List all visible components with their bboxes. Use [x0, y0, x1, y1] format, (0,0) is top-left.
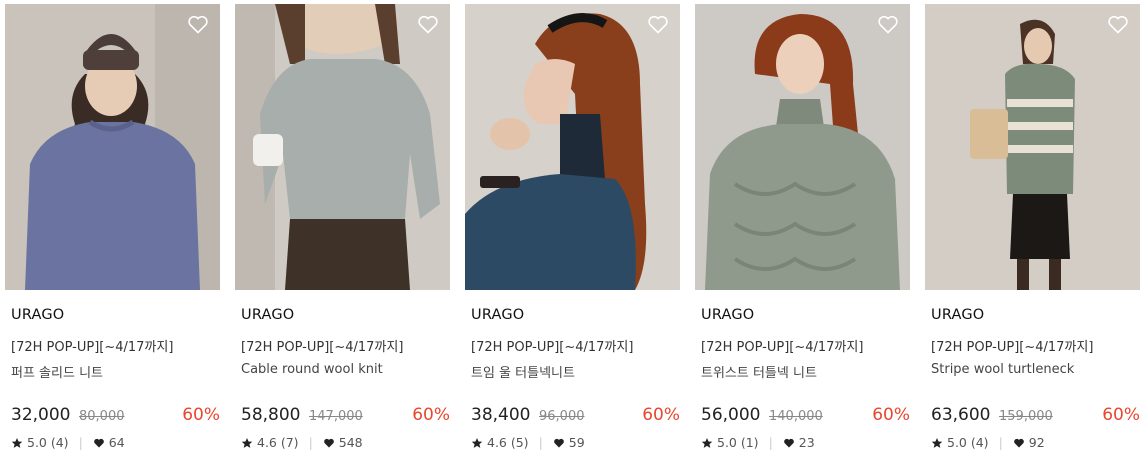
heart-filled-icon [1013, 438, 1024, 447]
product-card[interactable]: URAGO [72H POP-UP][~4/17까지] 트위스트 터틀넥 니트 … [695, 4, 910, 464]
brand-name[interactable]: URAGO [241, 307, 294, 323]
like-count: 92 [1028, 435, 1045, 450]
heart-filled-icon [783, 438, 794, 447]
original-price: 96,000 [539, 409, 585, 424]
brand-name[interactable]: URAGO [471, 307, 524, 323]
wishlist-button[interactable] [646, 12, 670, 36]
brand-name[interactable]: URAGO [931, 307, 984, 323]
product-card[interactable]: URAGO [72H POP-UP][~4/17까지] 퍼프 솔리드 니트 32… [5, 4, 220, 464]
rating: 5.0 (4) [27, 435, 69, 450]
product-name[interactable]: 트위스트 터틀넥 니트 [701, 362, 817, 381]
brand-name[interactable]: URAGO [11, 307, 64, 323]
heart-filled-icon [93, 438, 104, 447]
divider: | [78, 435, 83, 450]
product-card[interactable]: URAGO [72H POP-UP][~4/17까지] Cable round … [235, 4, 450, 464]
promo-label[interactable]: [72H POP-UP][~4/17까지] [931, 336, 1093, 355]
original-price: 80,000 [79, 409, 125, 424]
price-row: 56,000 140,000 60% [701, 405, 910, 429]
heart-filled-icon [323, 438, 334, 447]
discount-rate: 60% [182, 405, 220, 425]
product-image[interactable] [5, 4, 220, 290]
product-name[interactable]: Stripe wool turtleneck [931, 362, 1074, 377]
original-price: 140,000 [769, 409, 823, 424]
star-icon [11, 437, 23, 448]
promo-label[interactable]: [72H POP-UP][~4/17까지] [241, 336, 403, 355]
star-icon [701, 437, 713, 448]
price-row: 58,800 147,000 60% [241, 405, 450, 429]
divider: | [308, 435, 313, 450]
heart-outline-icon [1108, 15, 1128, 34]
discount-rate: 60% [872, 405, 910, 425]
product-image[interactable] [925, 4, 1140, 290]
heart-outline-icon [878, 15, 898, 34]
like-count: 23 [798, 435, 815, 450]
promo-label[interactable]: [72H POP-UP][~4/17까지] [11, 336, 173, 355]
wishlist-button[interactable] [186, 12, 210, 36]
rating: 5.0 (4) [947, 435, 989, 450]
product-image[interactable] [695, 4, 910, 290]
price-row: 63,600 159,000 60% [931, 405, 1140, 429]
product-grid: URAGO [72H POP-UP][~4/17까지] 퍼프 솔리드 니트 32… [0, 0, 1144, 476]
rating: 4.6 (5) [487, 435, 529, 450]
brand-name[interactable]: URAGO [701, 307, 754, 323]
price-row: 38,400 96,000 60% [471, 405, 680, 429]
promo-label[interactable]: [72H POP-UP][~4/17까지] [701, 336, 863, 355]
meta-row: 4.6 (5) | 59 [471, 435, 585, 450]
sale-price: 56,000 [701, 405, 761, 425]
meta-row: 5.0 (4) | 92 [931, 435, 1045, 450]
wishlist-button[interactable] [416, 12, 440, 36]
sale-price: 32,000 [11, 405, 71, 425]
meta-row: 5.0 (4) | 64 [11, 435, 125, 450]
heart-outline-icon [418, 15, 438, 34]
product-photo [465, 4, 680, 290]
discount-rate: 60% [642, 405, 680, 425]
divider: | [768, 435, 773, 450]
star-icon [931, 437, 943, 448]
discount-rate: 60% [412, 405, 450, 425]
wishlist-button[interactable] [876, 12, 900, 36]
product-image[interactable] [235, 4, 450, 290]
product-name[interactable]: 트임 울 터틀넥니트 [471, 362, 575, 381]
product-photo [695, 4, 910, 290]
product-image[interactable] [465, 4, 680, 290]
like-count: 548 [338, 435, 363, 450]
divider: | [538, 435, 543, 450]
product-photo [235, 4, 450, 290]
like-count: 59 [568, 435, 585, 450]
rating: 5.0 (1) [717, 435, 759, 450]
product-photo [5, 4, 220, 290]
promo-label[interactable]: [72H POP-UP][~4/17까지] [471, 336, 633, 355]
meta-row: 4.6 (7) | 548 [241, 435, 363, 450]
product-photo [925, 4, 1140, 290]
product-card[interactable]: URAGO [72H POP-UP][~4/17까지] Stripe wool … [925, 4, 1140, 464]
sale-price: 38,400 [471, 405, 531, 425]
discount-rate: 60% [1102, 405, 1140, 425]
star-icon [241, 437, 253, 448]
heart-filled-icon [553, 438, 564, 447]
divider: | [998, 435, 1003, 450]
meta-row: 5.0 (1) | 23 [701, 435, 815, 450]
price-row: 32,000 80,000 60% [11, 405, 220, 429]
product-name[interactable]: 퍼프 솔리드 니트 [11, 362, 103, 381]
sale-price: 63,600 [931, 405, 991, 425]
star-icon [471, 437, 483, 448]
sale-price: 58,800 [241, 405, 301, 425]
rating: 4.6 (7) [257, 435, 299, 450]
heart-outline-icon [188, 15, 208, 34]
product-name[interactable]: Cable round wool knit [241, 362, 383, 377]
product-card[interactable]: URAGO [72H POP-UP][~4/17까지] 트임 울 터틀넥니트 3… [465, 4, 680, 464]
original-price: 147,000 [309, 409, 363, 424]
original-price: 159,000 [999, 409, 1053, 424]
heart-outline-icon [648, 15, 668, 34]
like-count: 64 [108, 435, 125, 450]
wishlist-button[interactable] [1106, 12, 1130, 36]
